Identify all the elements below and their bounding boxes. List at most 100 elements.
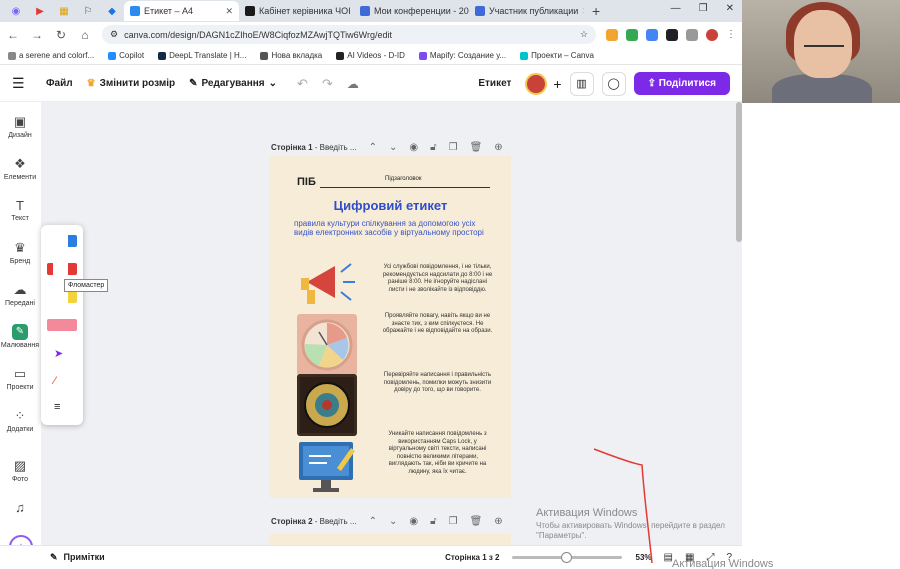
reload-icon[interactable]: ↻ (54, 28, 68, 42)
sidebar-item-uploads[interactable]: ☁ Передані (0, 282, 40, 307)
eye-icon[interactable]: ◉ (409, 142, 418, 153)
bookmark-item[interactable]: Mapify: Создание у... (418, 51, 506, 60)
rule-text[interactable]: Перевіряйте написання і правильність пов… (380, 372, 495, 395)
forward-icon[interactable]: → (30, 28, 44, 42)
zoom-handle[interactable] (561, 552, 573, 563)
restore-icon[interactable]: ❐ (699, 3, 708, 14)
sidebar-item-photos[interactable]: ▨ Фото (0, 458, 40, 483)
eye-icon[interactable]: ◉ (409, 516, 418, 527)
file-menu[interactable]: Файл (46, 78, 73, 89)
profile-icon[interactable] (706, 28, 718, 41)
design-title[interactable]: Цифровий етикет (270, 198, 511, 213)
sidebar-item-apps[interactable]: ⁘ Додатки (0, 408, 40, 433)
sidebar-label: Бренд (9, 258, 31, 265)
share-button[interactable]: ⇪ Поділитися (633, 72, 730, 95)
chevron-down-icon[interactable]: ⌄ (389, 142, 397, 153)
sidebar-item-elements[interactable]: ❖ Елементи (0, 156, 40, 181)
extension-icon[interactable] (626, 28, 638, 41)
analytics-icon[interactable]: ▥ (569, 71, 594, 96)
monitor-image[interactable] (297, 436, 357, 498)
trash-icon[interactable]: 🗑︎ (470, 142, 483, 153)
doc-title[interactable]: Етикет (478, 78, 511, 89)
lock-icon[interactable]: 🔓︎ (430, 142, 436, 153)
clock-image[interactable] (297, 314, 357, 376)
minimize-icon[interactable]: — (671, 3, 681, 14)
edit-menu[interactable]: ✎ Редагування ⌄ (189, 78, 277, 89)
puzzle-icon[interactable] (686, 28, 698, 41)
translate-icon[interactable] (646, 28, 658, 41)
tab-pinned-4[interactable]: ⚐ (76, 2, 100, 20)
avatar[interactable] (525, 72, 548, 95)
add-page-icon[interactable]: ⊕ (494, 142, 502, 153)
bookmark-item[interactable]: DeepL Translate | H... (158, 51, 246, 60)
rule-text[interactable]: Усі службові повідомлення, і не тільки, … (380, 264, 495, 294)
notes-button[interactable]: ✎ Примітки (50, 552, 105, 563)
tab-etiket[interactable]: Етикет – A4 ✕ (124, 1, 239, 21)
new-tab-icon[interactable]: + (584, 3, 608, 19)
tab-pinned-3[interactable]: ▦ (52, 2, 76, 20)
sidebar-item-audio[interactable]: ♫ (0, 500, 40, 517)
bookmark-item[interactable]: Copilot (108, 51, 144, 60)
sidebar-item-design[interactable]: ▣ Дизайн (0, 114, 40, 139)
sidebar-item-text[interactable]: T Текст (0, 198, 40, 222)
duplicate-icon[interactable]: ❐ (449, 516, 458, 527)
bookmark-item[interactable]: AI Videos - D-ID (336, 51, 405, 60)
close-window-icon[interactable]: ✕ (726, 3, 734, 14)
extension-icon[interactable] (606, 28, 618, 41)
tab-pinned-2[interactable]: ▶ (28, 2, 52, 20)
stroke-weight-icon[interactable]: ≡ (54, 401, 60, 413)
sidebar-item-draw[interactable]: ✎ Малювання (0, 324, 40, 349)
trash-icon[interactable]: 🗑︎ (470, 516, 483, 527)
redo-icon[interactable]: ↷ (322, 76, 333, 92)
close-icon[interactable]: ✕ (225, 6, 233, 17)
chevron-up-icon[interactable]: ⌃ (369, 516, 377, 527)
design-page-2[interactable] (270, 534, 511, 545)
select-cursor-icon[interactable]: ➤ (54, 347, 63, 360)
chevron-down-icon[interactable]: ⌄ (389, 516, 397, 527)
home-icon[interactable]: ⌂ (78, 28, 92, 42)
tab-uchastnik[interactable]: Участник публикации ✕ (469, 1, 584, 21)
bookmark-star-icon[interactable]: ☆ (580, 29, 588, 40)
subtitle-text[interactable]: Підзаголовок (385, 176, 421, 182)
bookmark-item[interactable]: Нова вкладка (260, 51, 322, 60)
sidebar-item-projects[interactable]: ▭ Проекти (0, 366, 40, 391)
pen-tool[interactable] (47, 235, 77, 247)
tab-konferencii[interactable]: Мои конференции - 20 ✕ (354, 1, 469, 21)
page-indicator[interactable]: Сторінка 1 з 2 (445, 553, 499, 562)
color-picker-icon[interactable]: ⁄ (54, 375, 56, 387)
page-title-input[interactable]: Введіть ... (320, 517, 357, 526)
rule-text[interactable]: Проявляйте повагу, навіть якщо ви не зна… (380, 313, 495, 336)
sidebar-item-brand[interactable]: ♛ Бренд (0, 240, 40, 265)
tab-pinned-5[interactable]: ◆ (100, 2, 124, 20)
design-page-1[interactable]: ПІБ Підзаголовок Цифровий етикет правила… (270, 156, 511, 498)
marker-tool[interactable] (47, 263, 77, 275)
resize-menu[interactable]: ♛ Змінити розмір (87, 78, 176, 89)
back-icon[interactable]: ← (6, 28, 20, 42)
url-field[interactable]: ⚙ canva.com/design/DAGN1cZIhoE/W8CiqfozM… (102, 25, 596, 44)
tab-kabinet[interactable]: Кабінет керівника ЧОІ ✕ (239, 1, 354, 21)
add-collaborator-icon[interactable]: + (553, 76, 561, 92)
menu-icon[interactable]: ☰ (12, 75, 32, 92)
bookmark-item[interactable]: Проекти – Canva (520, 51, 594, 60)
highlighter-tool[interactable] (47, 291, 77, 303)
undo-icon[interactable]: ↶ (297, 76, 308, 92)
eraser-tool[interactable] (47, 319, 77, 331)
site-info-icon[interactable]: ⚙ (110, 29, 118, 40)
page-title-input[interactable]: Введіть ... (320, 143, 357, 152)
bookmark-item[interactable]: a serene and colorf... (8, 51, 94, 60)
chevron-up-icon[interactable]: ⌃ (369, 142, 377, 153)
cloud-saved-icon[interactable]: ☁ (347, 77, 359, 91)
duplicate-icon[interactable]: ❐ (449, 142, 458, 153)
comment-icon[interactable]: ◯ (601, 71, 626, 96)
pib-text[interactable]: ПІБ (297, 176, 316, 188)
stained-glass-image[interactable] (297, 374, 357, 436)
rule-text[interactable]: Уникайте написання повідомлень з викорис… (380, 431, 495, 476)
extension-icon[interactable] (666, 28, 678, 41)
tab-pinned-1[interactable]: ◉ (4, 2, 28, 20)
lead-text[interactable]: правила культури спілкування за допомого… (294, 219, 494, 238)
megaphone-image[interactable] (297, 252, 357, 314)
more-icon[interactable]: ⋮ (726, 29, 736, 41)
lock-icon[interactable]: 🔓︎ (430, 516, 436, 527)
activation-subtitle: Чтобы активировать Windows, перейдите в … (536, 521, 725, 541)
add-page-icon[interactable]: ⊕ (494, 516, 502, 527)
